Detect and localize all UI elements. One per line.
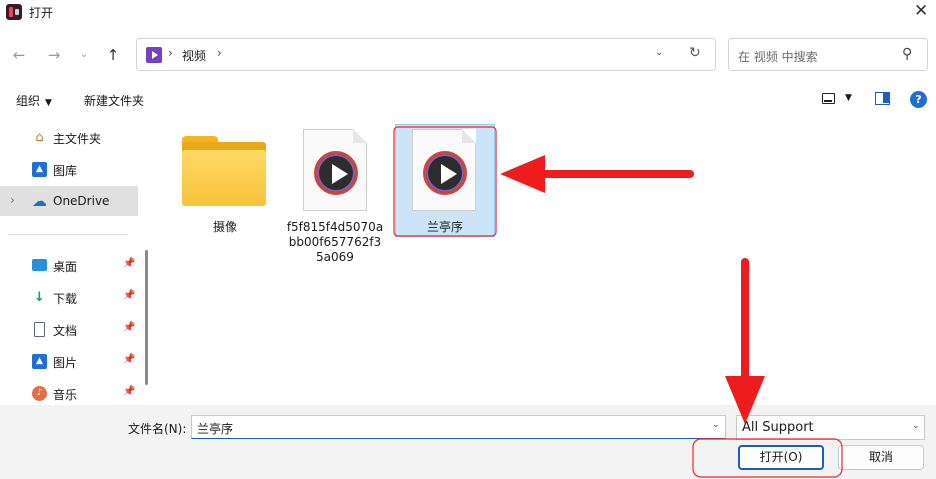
command-toolbar: 组织 ▼ 新建文件夹 ▼ ?	[0, 86, 936, 114]
music-icon: ♪	[32, 386, 47, 401]
arrow-right-icon[interactable]: →	[43, 44, 65, 66]
organize-label: 组织	[16, 94, 41, 108]
search-icon[interactable]: ⚲	[902, 46, 912, 62]
help-icon[interactable]: ?	[910, 91, 927, 108]
filetype-dropdown-icon[interactable]: ⌄	[912, 421, 920, 431]
filetype-select[interactable]: All Support	[736, 415, 925, 440]
file-name: 兰亭序	[426, 220, 463, 234]
file-name: 摄像	[212, 220, 237, 234]
pictures-icon: ▲	[32, 354, 47, 369]
pin-icon[interactable]: 📌	[123, 322, 135, 333]
sidebar-item-label: 主文件夹	[53, 132, 102, 146]
view-caret-icon[interactable]: ▼	[845, 93, 852, 103]
view-mode-icon[interactable]	[822, 93, 835, 104]
file-list: 摄像 f5f815f4d5070a bb00f657762f3 5a069 兰亭…	[155, 118, 936, 405]
play-icon	[314, 151, 358, 195]
filename-label: 文件名(N):	[128, 422, 187, 436]
arrow-left-icon[interactable]: ←	[8, 44, 30, 66]
sidebar-item-label: OneDrive	[53, 194, 110, 208]
expand-chevron-icon[interactable]: ›	[10, 193, 15, 207]
file-name-line: f5f815f4d5070a	[286, 220, 384, 234]
refresh-icon[interactable]: ↻	[689, 45, 701, 61]
chevron-right-icon[interactable]: ›	[168, 46, 173, 60]
video-file-icon	[412, 129, 476, 211]
play-icon	[423, 151, 467, 195]
filename-input[interactable]: 兰亭序	[191, 415, 726, 439]
file-name-line: bb00f657762f3	[288, 235, 382, 249]
sidebar-item-onedrive[interactable]: › ☁ OneDrive	[0, 186, 138, 216]
dialog-footer: 文件名(N): 兰亭序 ⌄ All Support ⌄ 打开(O) 取消	[0, 405, 936, 479]
sidebar-divider	[8, 234, 128, 235]
file-name-line: 5a069	[316, 250, 354, 264]
file-item-video[interactable]: f5f815f4d5070a bb00f657762f3 5a069	[285, 126, 385, 264]
file-item-video-selected[interactable]: 兰亭序	[395, 124, 495, 237]
sidebar-item-pictures[interactable]: ▲ 图片 📌	[0, 346, 138, 376]
pin-icon[interactable]: 📌	[123, 258, 135, 269]
home-icon: ⌂	[35, 130, 44, 145]
breadcrumb-videos[interactable]: 视频	[182, 47, 206, 64]
cancel-button[interactable]: 取消	[838, 445, 924, 470]
organize-button[interactable]: 组织 ▼	[16, 92, 52, 109]
chevron-right-icon[interactable]: ›	[217, 46, 222, 60]
navigation-pane: ⌂ 主文件夹 ▲ 图库 › ☁ OneDrive 桌面 📌 ↓ 下载 📌 文档 …	[0, 118, 150, 405]
pin-icon[interactable]: 📌	[123, 354, 135, 365]
arrow-up-icon[interactable]: ↑	[102, 44, 124, 66]
folder-icon	[182, 136, 266, 206]
document-icon	[34, 322, 45, 337]
pin-icon[interactable]: 📌	[123, 386, 135, 397]
sidebar-item-label: 下载	[53, 292, 78, 306]
videos-folder-icon	[146, 47, 162, 63]
filename-dropdown-icon[interactable]: ⌄	[712, 420, 720, 430]
new-folder-button[interactable]: 新建文件夹	[84, 92, 144, 109]
sidebar-scrollbar[interactable]	[145, 250, 148, 385]
caret-down-icon: ▼	[45, 98, 52, 108]
search-box[interactable]: 在 视频 中搜索 ⚲	[728, 38, 928, 71]
search-input[interactable]: 在 视频 中搜索	[738, 48, 818, 65]
desktop-icon	[32, 259, 47, 271]
sidebar-item-home[interactable]: ⌂ 主文件夹	[0, 122, 138, 152]
gallery-icon: ▲	[32, 162, 47, 177]
sidebar-item-label: 音乐	[53, 388, 78, 402]
chevron-down-icon[interactable]: ⌄	[73, 44, 95, 66]
sidebar-item-music[interactable]: ♪ 音乐 📌	[0, 378, 138, 405]
open-button[interactable]: 打开(O)	[738, 445, 824, 470]
file-item-folder[interactable]: 摄像	[175, 126, 275, 238]
sidebar-item-desktop[interactable]: 桌面 📌	[0, 250, 138, 280]
sidebar-item-label: 文档	[53, 324, 78, 338]
title-bar: 打开 ✕	[0, 0, 936, 24]
address-dropdown-icon[interactable]: ⌄	[655, 47, 663, 58]
window-title: 打开	[29, 6, 54, 20]
app-icon	[6, 4, 22, 20]
sidebar-item-label: 图片	[53, 356, 78, 370]
sidebar-item-label: 桌面	[53, 260, 78, 274]
address-bar[interactable]: › 视频 › ⌄ ↻	[136, 38, 716, 71]
video-file-icon	[303, 129, 367, 211]
sidebar-item-label: 图库	[53, 164, 78, 178]
preview-pane-icon[interactable]	[875, 92, 890, 105]
pin-icon[interactable]: 📌	[123, 290, 135, 301]
sidebar-item-documents[interactable]: 文档 📌	[0, 314, 138, 344]
close-icon[interactable]: ✕	[914, 1, 928, 21]
download-icon: ↓	[34, 290, 45, 305]
sidebar-item-downloads[interactable]: ↓ 下载 📌	[0, 282, 138, 312]
sidebar-item-gallery[interactable]: ▲ 图库	[0, 154, 138, 184]
navigation-bar: ← → ⌄ ↑ › 视频 › ⌄ ↻ 在 视频 中搜索 ⚲	[0, 36, 936, 74]
cloud-icon: ☁	[32, 192, 47, 210]
